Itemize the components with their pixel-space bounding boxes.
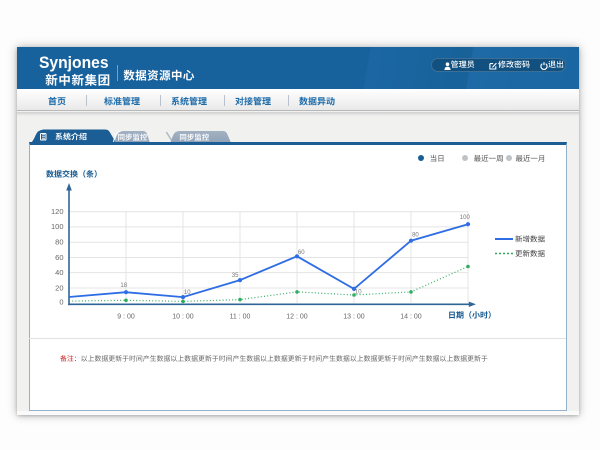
- svg-text:11 : 00: 11 : 00: [230, 314, 251, 321]
- svg-text:35: 35: [232, 273, 239, 279]
- svg-text:10 : 00: 10 : 00: [172, 314, 194, 321]
- svg-text:18: 18: [120, 283, 127, 289]
- svg-text:12 : 00: 12 : 00: [286, 314, 308, 321]
- svg-text:20: 20: [55, 283, 63, 292]
- svg-text:9 : 00: 9 : 00: [117, 314, 135, 321]
- svg-text:60: 60: [55, 253, 63, 262]
- svg-text:13 : 00: 13 : 00: [343, 314, 365, 321]
- svg-text:0: 0: [59, 298, 63, 307]
- svg-text:10: 10: [184, 290, 191, 296]
- svg-text:100: 100: [51, 222, 64, 231]
- svg-text:80: 80: [412, 232, 419, 238]
- svg-text:14 : 00: 14 : 00: [400, 314, 422, 321]
- svg-text:10: 10: [355, 289, 362, 295]
- svg-text:120: 120: [51, 207, 64, 216]
- svg-text:80: 80: [55, 238, 63, 247]
- svg-text:100: 100: [460, 215, 471, 221]
- svg-text:40: 40: [55, 268, 63, 277]
- svg-text:60: 60: [298, 250, 305, 256]
